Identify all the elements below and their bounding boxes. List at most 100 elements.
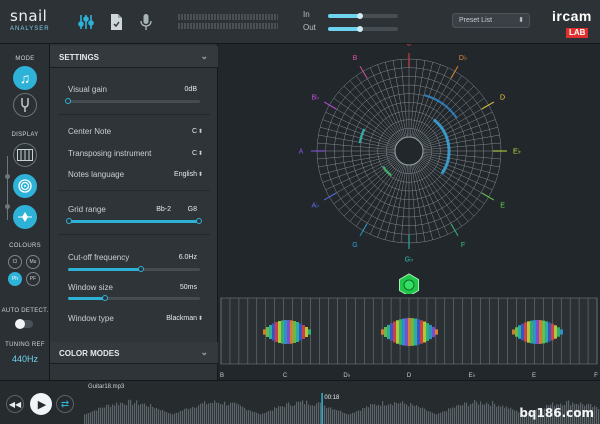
cutoff-frequency-slider[interactable] [68,266,200,272]
mode-music-button[interactable]: ♫ [13,66,37,90]
color-modes-header[interactable]: COLOR MODES ⌄ [50,342,218,364]
waveform-bar [462,405,464,424]
strip-energy-band [411,318,414,346]
detected-note-dot [403,279,415,291]
input-level-fill [328,14,360,18]
brand-badge: LAB [566,28,589,38]
output-level-slider[interactable] [328,26,398,32]
waveform-bar [432,412,434,424]
grid-range-high-knob[interactable] [196,218,202,224]
output-label: Out [303,23,316,32]
waveform-bar [170,413,172,424]
loop-button[interactable]: ⇄ [56,395,74,413]
window-type-spinner-icon[interactable]: ⬍ [198,315,203,322]
slider-knob[interactable] [65,98,71,104]
waveform-bar [118,405,120,424]
center-note-value[interactable]: C [192,128,197,135]
display-piano-button[interactable] [13,143,37,167]
waveform-bar [84,414,86,424]
waveform-bar [236,403,238,424]
strip-energy-band [293,321,296,343]
center-note-spinner-icon[interactable]: ⬍ [198,128,203,135]
waveform-bar [450,408,452,424]
waveform-bar [452,407,454,424]
strip-energy-band [272,323,275,341]
strip-energy-band [512,329,515,335]
playhead [321,393,323,424]
microphone-icon[interactable] [136,12,156,32]
waveform-bar [434,413,436,424]
display-spiral-button[interactable] [13,174,37,198]
waveform-bar [316,403,318,424]
waveform-bar [110,406,112,424]
waveform-bar [128,399,130,424]
waveform-bar [276,408,278,424]
waveform-bar [406,404,408,424]
window-type-value[interactable]: Blackman [166,315,197,322]
colour-option-cl[interactable]: Cl [8,255,22,269]
sliders-icon[interactable] [76,12,96,32]
play-button[interactable]: ▶ [30,393,52,415]
grid-range-high: G8 [187,206,197,213]
waveform-bar [506,406,508,424]
spiral-spoke [343,85,400,142]
notes-language-value[interactable]: English [174,171,197,178]
colour-option-mu[interactable]: Mu [26,255,40,269]
waveform-bar [126,405,128,424]
waveform-bar [328,407,330,424]
waveform-bar [466,402,468,424]
waveform-bar [408,406,410,424]
strip-view[interactable]: B C D♭ D E♭ E F [218,296,600,380]
waveform-bar [430,411,432,424]
strip-energy-band [560,329,563,335]
visual-gain-slider[interactable] [65,98,200,104]
waveform-bar [134,403,136,424]
strip-energy-band [278,321,281,343]
input-level-slider[interactable] [328,13,398,19]
slider-knob[interactable] [101,295,108,301]
waveform-bar [288,402,290,424]
input-level-knob[interactable] [356,13,363,19]
display-strip-button[interactable] [13,205,37,229]
tuning-ref-value[interactable]: 440Hz [0,354,50,364]
strip-axis-label: B [220,373,224,379]
waveform-bar [360,410,362,424]
file-icon[interactable] [106,12,126,32]
output-level-knob[interactable] [356,26,363,32]
waveform-bar [488,404,490,424]
waveform-diamond-icon [18,212,32,222]
waveform-bar [396,402,398,424]
transposing-spinner-icon[interactable]: ⬍ [198,150,203,157]
waveform-bar [436,414,438,424]
preset-list-dropdown[interactable]: Preset List ⬍ [452,13,530,28]
slider-knob[interactable] [137,266,144,272]
strip-energy-band [515,327,518,337]
rewind-button[interactable]: ◀◀ [6,395,24,413]
auto-detect-toggle[interactable] [15,319,33,329]
strip-energy-band [420,320,423,344]
waveform-bar [394,401,396,424]
waveform-bar [158,409,160,424]
settings-header[interactable]: SETTINGS ⌄ [50,46,218,68]
waveform-bar [382,401,384,424]
waveform-bar [368,407,370,424]
grid-range-slider[interactable] [66,218,202,224]
waveform-bar [308,404,310,424]
notes-language-spinner-icon[interactable]: ⬍ [198,171,203,178]
colour-option-ph[interactable]: Ph [8,272,22,286]
strip-energy-band [299,323,302,341]
waveform-bar [354,412,356,424]
waveform-bar [274,407,276,424]
waveform-bar [268,410,270,424]
colour-option-pf[interactable]: PF [26,272,40,286]
transposing-value[interactable]: C [192,150,197,157]
strip-energy-band [305,327,308,337]
dropdown-arrows-icon: ⬍ [518,17,524,24]
spiral-view[interactable]: C D♭ D E♭ E F G♭ G A♭ A B♭ B [218,44,600,294]
mode-tuner-button[interactable] [13,93,37,117]
waveform-bar [448,408,450,424]
strip-energy-band [527,321,530,343]
grid-range-low-knob[interactable] [66,218,72,224]
strip-energy-band [557,327,560,337]
window-size-slider[interactable] [68,295,200,301]
